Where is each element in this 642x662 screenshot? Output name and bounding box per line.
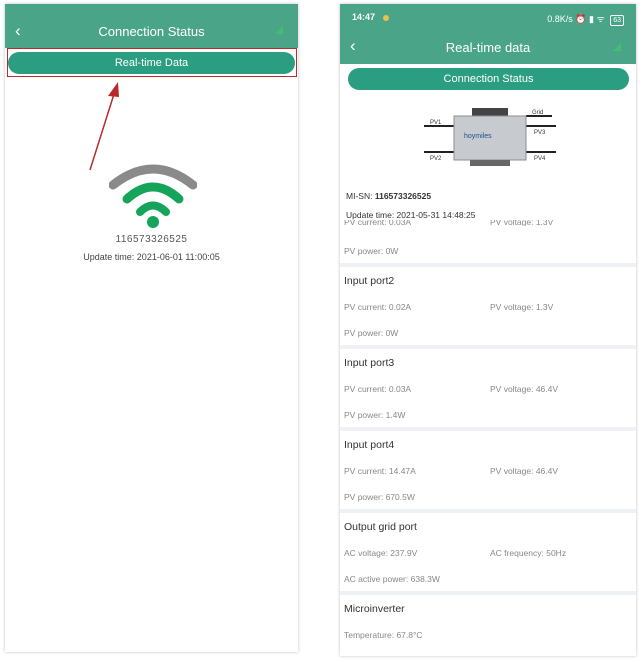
brand-label: hoymiles bbox=[464, 133, 492, 140]
clock: 14:47 bbox=[352, 12, 376, 22]
pv-voltage: PV voltage: 46.4V bbox=[490, 384, 559, 394]
pv-voltage: PV voltage: 46.4V bbox=[490, 466, 559, 476]
divider bbox=[340, 263, 636, 267]
label-grid: Grid bbox=[532, 110, 543, 116]
page-title: Real-time data bbox=[445, 40, 531, 55]
divider bbox=[340, 509, 636, 513]
update-time: Update time: 2021-05-31 14:48:25 bbox=[346, 210, 476, 220]
section-title-port2: Input port2 bbox=[344, 275, 395, 287]
app-header: ‹ Connection Status bbox=[5, 4, 298, 48]
pv-voltage-partial: PV voltage: 1.3V bbox=[490, 220, 554, 226]
wifi-icon bbox=[109, 164, 197, 228]
page-title: Connection Status bbox=[98, 24, 205, 39]
serial-number: 116573326525 bbox=[115, 234, 188, 245]
status-indicators: 0.8K/s ⏰ ▮ ᯤ bbox=[547, 14, 605, 24]
temperature: Temperature: 67.8°C bbox=[344, 630, 423, 640]
ac-active-power: AC active power: 638.3W bbox=[344, 574, 440, 584]
microinverter-image: hoymiles Grid PV1 PV2 PV3 PV4 bbox=[424, 108, 556, 166]
section-title-port3: Input port3 bbox=[344, 357, 395, 369]
app-header: 14:47 0.8K/s ⏰ ▮ ᯤ 63 ‹ Real-time data bbox=[340, 4, 636, 64]
mi-sn-value: 116573326525 bbox=[374, 191, 432, 201]
highlight-box bbox=[7, 48, 297, 77]
pv-power: PV power: 0W bbox=[344, 328, 399, 338]
pv-current: PV current: 14.47A bbox=[344, 466, 416, 476]
section-title-port4: Input port4 bbox=[344, 439, 395, 451]
pv-voltage: PV voltage: 1.3V bbox=[490, 302, 554, 312]
pv-power: PV power: 1.4W bbox=[344, 410, 406, 420]
label-pv4: PV4 bbox=[534, 156, 546, 162]
realtime-data-screen: 14:47 0.8K/s ⏰ ▮ ᯤ 63 ‹ Real-time data C… bbox=[340, 4, 636, 656]
divider bbox=[340, 427, 636, 431]
divider bbox=[340, 591, 636, 595]
pv-current: PV current: 0.02A bbox=[344, 302, 412, 312]
update-time: Update time: 2021-06-01 11:00:05 bbox=[83, 252, 220, 262]
battery-icon: 63 bbox=[610, 15, 624, 26]
mi-sn: MI-SN: 116573326525 bbox=[346, 191, 431, 201]
connection-status-screen: ‹ Connection Status Real-time Data 11657… bbox=[5, 4, 298, 652]
mi-sn-label: MI-SN: bbox=[346, 191, 373, 201]
pv-power: PV power: 670.5W bbox=[344, 492, 415, 502]
ac-frequency: AC frequency: 50Hz bbox=[490, 548, 567, 558]
label-pv2: PV2 bbox=[430, 156, 442, 162]
divider bbox=[340, 345, 636, 349]
section-title-microinverter: Microinverter bbox=[344, 603, 405, 615]
signal-icon bbox=[613, 43, 621, 51]
ac-voltage: AC voltage: 237.9V bbox=[344, 548, 418, 558]
label-pv3: PV3 bbox=[534, 130, 546, 136]
section-title-grid: Output grid port bbox=[344, 521, 417, 533]
label-pv1: PV1 bbox=[430, 120, 442, 126]
pv-current: PV current: 0.03A bbox=[344, 384, 412, 394]
connection-status-button[interactable]: Connection Status bbox=[348, 68, 629, 90]
pv-current-partial: PV current: 0.03A bbox=[344, 220, 412, 226]
signal-icon bbox=[275, 26, 283, 34]
notification-dot-icon bbox=[383, 15, 389, 21]
pv-power: PV power: 0W bbox=[344, 246, 399, 256]
